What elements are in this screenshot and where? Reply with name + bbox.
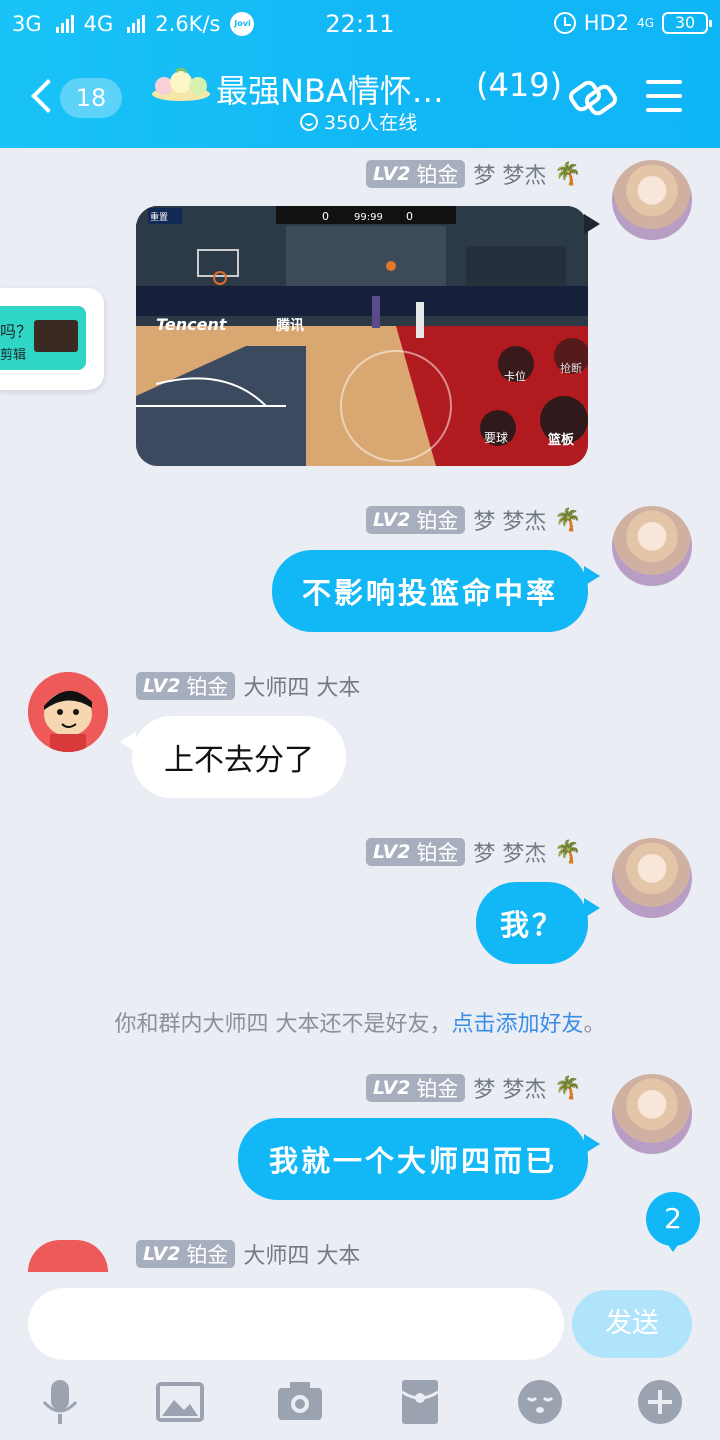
send-button[interactable]: 发送 bbox=[572, 1290, 692, 1358]
back-icon[interactable] bbox=[30, 78, 52, 114]
sender-name: 梦 梦杰 bbox=[473, 842, 547, 867]
level-badge: LV2 铂金 bbox=[366, 1074, 466, 1102]
message-bubble[interactable]: 我就一个大师四而已 bbox=[238, 1118, 588, 1200]
message-bubble[interactable]: 上不去分了 bbox=[132, 716, 346, 798]
floating-video-card[interactable]: 吗？ 剪辑 bbox=[0, 288, 104, 390]
avatar[interactable] bbox=[28, 1240, 108, 1272]
status-bar: 3G 4G 2.6K/s Jovi 22:11 HD2 4G 30 bbox=[0, 0, 720, 50]
btn-post: 卡位 bbox=[504, 369, 526, 383]
bubble-tail bbox=[584, 1134, 600, 1154]
bubble-tail bbox=[584, 566, 600, 586]
bubble-tail bbox=[584, 898, 600, 918]
system-message-end: 。 bbox=[583, 1012, 606, 1037]
score-away: 0 bbox=[406, 210, 413, 223]
sender-name: 大师四 大本 bbox=[243, 676, 361, 701]
message-input[interactable] bbox=[28, 1288, 564, 1360]
level-badge: LV2 铂金 bbox=[366, 506, 466, 534]
online-status: 350人在线 bbox=[300, 108, 417, 135]
game-screenshot-image[interactable]: Tencent 腾讯 0 99:99 0 卡位 抢断 要球 篮板 重置 bbox=[136, 206, 588, 466]
avatar[interactable] bbox=[612, 1074, 692, 1154]
level-badge: LV2 铂金 bbox=[136, 672, 236, 700]
sender-meta: LV2 铂金 大师四 大本 bbox=[136, 672, 361, 701]
add-friend-link[interactable]: 点击添加好友 bbox=[451, 1012, 583, 1037]
plus-icon[interactable] bbox=[634, 1376, 686, 1428]
system-message-text: 你和群内大师四 大本还不是好友， bbox=[114, 1012, 452, 1037]
btn-reset: 重置 bbox=[150, 211, 168, 223]
floating-card-caption: 剪辑 bbox=[0, 348, 27, 363]
palm-icon: 🌴 bbox=[554, 1075, 582, 1101]
online-icon bbox=[300, 112, 318, 131]
level-badge: LV2 铂金 bbox=[136, 1240, 236, 1268]
system-message: 你和群内大师四 大本还不是好友，点击添加好友。 bbox=[0, 1006, 720, 1038]
mic-icon[interactable] bbox=[34, 1376, 86, 1428]
top-bar: 3G 4G 2.6K/s Jovi 22:11 HD2 4G 30 18 最强N… bbox=[0, 0, 720, 148]
level-badge: LV2 铂金 bbox=[366, 160, 466, 188]
btn-rebound: 篮板 bbox=[547, 432, 575, 448]
sender-name: 梦 梦杰 bbox=[473, 164, 547, 189]
sender-meta: LV2 铂金 梦 梦杰 🌴 bbox=[366, 1074, 582, 1103]
bubble-tail bbox=[584, 214, 600, 234]
sender-meta: LV2 铂金 大师四 大本 bbox=[136, 1240, 361, 1269]
floating-card-inner: 吗？ 剪辑 bbox=[0, 306, 86, 370]
battery-icon: 30 bbox=[662, 12, 712, 34]
btn-steal: 抢断 bbox=[560, 361, 582, 375]
hd-indicator: HD2 bbox=[583, 11, 630, 35]
red-packet-icon[interactable] bbox=[394, 1376, 446, 1428]
menu-icon[interactable] bbox=[646, 80, 682, 112]
sender-meta: LV2 铂金 梦 梦杰 🌴 bbox=[366, 838, 582, 867]
sender-meta: LV2 铂金 梦 梦杰 🌴 bbox=[366, 160, 582, 189]
online-text: 350人在线 bbox=[324, 112, 418, 134]
unread-count-badge[interactable]: 2 bbox=[646, 1192, 700, 1252]
unread-back-badge[interactable]: 18 bbox=[60, 78, 122, 118]
sender-meta: LV2 铂金 梦 梦杰 🌴 bbox=[366, 506, 582, 535]
camera-icon[interactable] bbox=[274, 1376, 326, 1428]
score-home: 0 bbox=[322, 210, 329, 223]
floating-card-question: 吗？ bbox=[0, 322, 33, 341]
court-brand-cn: 腾讯 bbox=[276, 317, 304, 334]
palm-icon: 🌴 bbox=[554, 839, 582, 865]
shinchan-avatar-icon bbox=[28, 672, 108, 752]
btn-ball: 要球 bbox=[484, 431, 508, 445]
game-clock: 99:99 bbox=[354, 212, 383, 223]
net-indicator: 4G bbox=[637, 16, 654, 30]
message-bubble[interactable]: 我？ bbox=[476, 882, 588, 964]
group-icon bbox=[152, 68, 210, 101]
message-bubble[interactable]: 不影响投篮命中率 bbox=[272, 550, 588, 632]
court-brand: Tencent bbox=[156, 315, 228, 334]
image-icon[interactable] bbox=[154, 1376, 206, 1428]
input-bar: 发送 bbox=[0, 1272, 720, 1440]
palm-icon: 🌴 bbox=[554, 161, 582, 187]
avatar[interactable] bbox=[612, 160, 692, 240]
alarm-icon bbox=[553, 12, 576, 34]
link-icon[interactable] bbox=[568, 74, 618, 122]
avatar[interactable] bbox=[612, 506, 692, 586]
bubble-tail bbox=[120, 732, 136, 752]
avatar[interactable] bbox=[28, 672, 108, 752]
level-badge: LV2 铂金 bbox=[366, 838, 466, 866]
palm-icon: 🌴 bbox=[554, 507, 582, 533]
emoji-icon[interactable] bbox=[514, 1376, 566, 1428]
sender-name: 梦 梦杰 bbox=[473, 1078, 547, 1103]
floating-card-thumbnail bbox=[34, 320, 78, 352]
sender-name: 大师四 大本 bbox=[243, 1244, 361, 1269]
avatar[interactable] bbox=[612, 838, 692, 918]
group-title[interactable]: 最强NBA情怀… bbox=[216, 66, 444, 112]
sender-name: 梦 梦杰 bbox=[473, 510, 547, 535]
member-count[interactable]: (419) bbox=[476, 66, 562, 104]
